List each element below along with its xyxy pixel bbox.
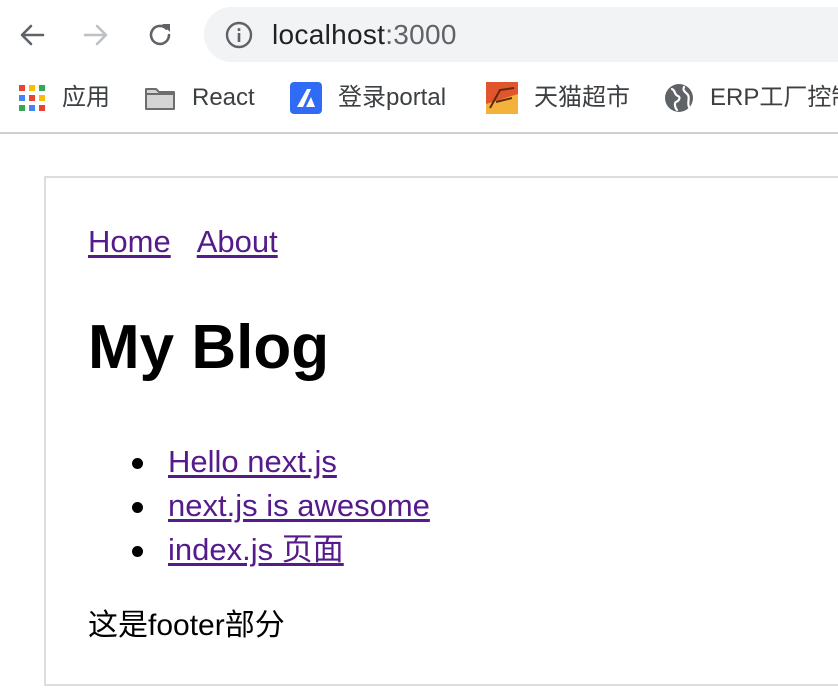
layout-container: Home About My Blog Hello next.js next.js … (44, 176, 838, 686)
bookmark-label: 天猫超市 (534, 84, 630, 111)
tmall-icon (486, 82, 518, 114)
bookmark-label: React (192, 84, 255, 111)
apps-grid-icon (18, 84, 46, 112)
post-list: Hello next.js next.js is awesome index.j… (88, 440, 430, 572)
arrow-right-icon (83, 24, 108, 46)
bookmark-portal[interactable]: 登录portal (290, 80, 446, 116)
bookmark-erp[interactable]: ERP工厂控制 (664, 80, 838, 116)
site-nav: Home About (88, 222, 304, 262)
bookmark-label: ERP工厂控制 (710, 84, 838, 111)
portal-logo-icon (290, 82, 322, 114)
post-link[interactable]: index.js 页面 (168, 532, 344, 567)
url-host: localhost (272, 19, 386, 50)
page-viewport: Home About My Blog Hello next.js next.js … (0, 134, 838, 692)
arrow-left-icon (20, 24, 45, 46)
url-text[interactable]: localhost:3000 (272, 19, 457, 51)
globe-icon (665, 84, 693, 112)
address-bar[interactable]: localhost:3000 (204, 7, 838, 62)
list-bullet (132, 502, 143, 513)
bookmark-react[interactable]: React (144, 80, 255, 116)
list-bullet (132, 458, 143, 469)
list-bullet (132, 546, 143, 557)
back-button[interactable] (12, 15, 52, 55)
reload-button[interactable] (140, 15, 180, 55)
bookmark-label: 应用 (62, 84, 110, 111)
page-title: My Blog (88, 313, 330, 382)
bookmark-label: 登录portal (338, 84, 447, 111)
info-icon[interactable] (224, 20, 254, 50)
bookmark-apps[interactable]: 应用 (18, 80, 110, 116)
nav-link-home[interactable]: Home (88, 224, 171, 259)
reload-icon (149, 24, 171, 46)
folder-icon (145, 88, 175, 110)
url-port: :3000 (385, 19, 457, 50)
post-link[interactable]: Hello next.js (168, 444, 337, 479)
nav-link-about[interactable]: About (197, 224, 278, 259)
list-item: index.js 页面 (88, 528, 430, 572)
forward-button[interactable] (76, 15, 116, 55)
browser-toolbar: localhost:3000 (0, 0, 838, 70)
list-item: next.js is awesome (88, 484, 430, 528)
post-link[interactable]: next.js is awesome (168, 488, 430, 523)
bookmarks-bar: 应用 React 登录portal 天猫超市 ERP工厂控制 (0, 70, 838, 134)
bookmark-tmall[interactable]: 天猫超市 (486, 80, 630, 116)
list-item: Hello next.js (88, 440, 430, 484)
footer-text: 这是footer部分 (88, 609, 285, 642)
